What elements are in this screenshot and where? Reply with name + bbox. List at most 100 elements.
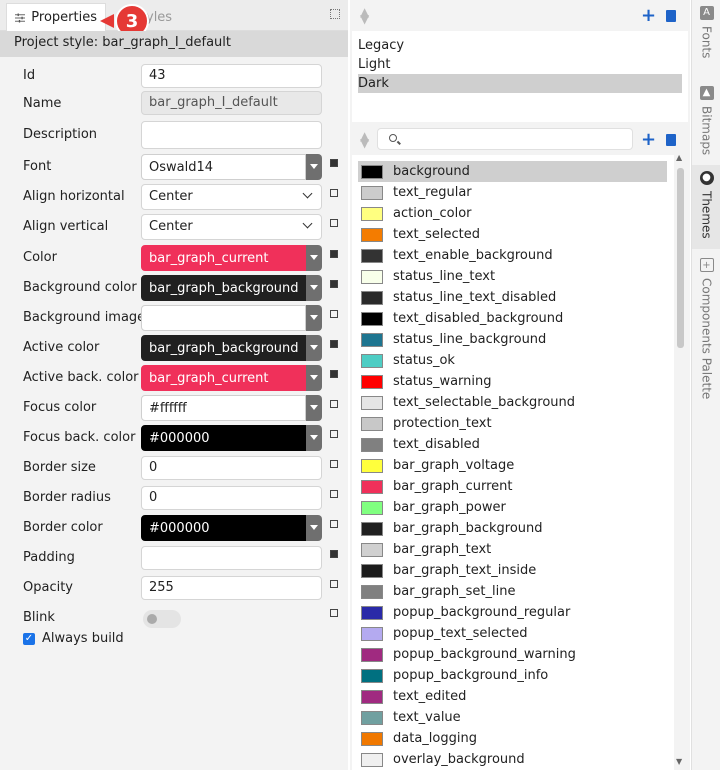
- delete-theme-icon[interactable]: [666, 10, 676, 22]
- border-radius-checkbox[interactable]: [330, 490, 338, 498]
- theme-item-dark[interactable]: Dark: [358, 74, 682, 93]
- background-color-dropdown-button[interactable]: [306, 275, 322, 301]
- maximize-icon[interactable]: [330, 9, 340, 19]
- color-item[interactable]: status_line_text_disabled: [358, 287, 667, 308]
- border-color-checkbox[interactable]: [330, 520, 338, 528]
- background-color-select[interactable]: bar_graph_background: [141, 275, 322, 301]
- align-horizontal-select[interactable]: Center: [141, 184, 322, 210]
- border-size-checkbox[interactable]: [330, 460, 338, 468]
- color-item[interactable]: text_disabled_background: [358, 308, 667, 329]
- padding-label: Padding: [23, 550, 75, 565]
- color-checkbox[interactable]: [330, 250, 338, 258]
- active-back-color-select[interactable]: bar_graph_current: [141, 365, 322, 391]
- always-build-checkbox[interactable]: ✓: [23, 633, 35, 645]
- sort-colors-icon[interactable]: ▲ ▼: [360, 130, 369, 149]
- theme-item-legacy[interactable]: Legacy: [358, 36, 682, 55]
- padding-checkbox[interactable]: [330, 550, 338, 558]
- color-list-scrollbar[interactable]: [674, 160, 686, 770]
- color-select[interactable]: bar_graph_current: [141, 245, 322, 271]
- color-item[interactable]: bar_graph_text_inside: [358, 560, 667, 581]
- color-item[interactable]: status_ok: [358, 350, 667, 371]
- border-color-select[interactable]: #000000: [141, 515, 322, 541]
- color-list: background text_regular action_color text_s…: [352, 155, 674, 770]
- active-back-color-checkbox[interactable]: [330, 370, 338, 378]
- color-item[interactable]: status_line_text: [358, 266, 667, 287]
- opacity-field[interactable]: 255: [141, 576, 322, 600]
- color-item[interactable]: bar_graph_power: [358, 497, 667, 518]
- color-swatch: [361, 227, 383, 242]
- background-color-checkbox[interactable]: [330, 280, 338, 288]
- color-item[interactable]: data_logging: [358, 728, 667, 749]
- color-search-input[interactable]: [377, 128, 633, 150]
- color-item[interactable]: text_selected: [358, 224, 667, 245]
- color-item[interactable]: popup_background_info: [358, 665, 667, 686]
- color-item[interactable]: popup_text_selected: [358, 623, 667, 644]
- color-item[interactable]: protection_text: [358, 413, 667, 434]
- add-color-button[interactable]: +: [641, 129, 656, 150]
- align-vertical-select[interactable]: Center: [141, 214, 322, 240]
- tab-properties[interactable]: Properties: [6, 3, 106, 31]
- color-item[interactable]: bar_graph_current: [358, 476, 667, 497]
- blink-checkbox[interactable]: [330, 609, 338, 617]
- description-field[interactable]: [141, 121, 322, 149]
- focus-color-select[interactable]: #ffffff: [141, 395, 322, 421]
- padding-field[interactable]: [141, 546, 322, 570]
- name-browse-button[interactable]: ...: [149, 114, 173, 115]
- color-item[interactable]: popup_background_regular: [358, 602, 667, 623]
- color-item[interactable]: text_value: [358, 707, 667, 728]
- align-vertical-checkbox[interactable]: [330, 219, 338, 227]
- color-item[interactable]: bar_graph_text: [358, 539, 667, 560]
- active-color-checkbox[interactable]: [330, 340, 338, 348]
- name-field[interactable]: bar_graph_I_default...: [141, 91, 322, 115]
- font-select[interactable]: Oswald14: [141, 154, 322, 180]
- delete-color-icon[interactable]: [666, 134, 676, 146]
- color-item[interactable]: text_edited: [358, 686, 667, 707]
- focus-back-color-dropdown-button[interactable]: [306, 425, 322, 451]
- color-item[interactable]: bar_graph_voltage: [358, 455, 667, 476]
- color-item[interactable]: action_color: [358, 203, 667, 224]
- sidebar-tab-bitmaps[interactable]: ▲ Bitmaps: [692, 80, 720, 162]
- blink-toggle[interactable]: [143, 610, 181, 628]
- background-image-select[interactable]: [141, 305, 322, 331]
- focus-color-dropdown-button[interactable]: [306, 395, 322, 421]
- color-item[interactable]: bar_graph_background: [358, 518, 667, 539]
- color-item[interactable]: text_selectable_background: [358, 392, 667, 413]
- theme-item-light[interactable]: Light: [358, 55, 682, 74]
- active-color-dropdown-button[interactable]: [306, 335, 322, 361]
- color-item[interactable]: status_line_background: [358, 329, 667, 350]
- font-dropdown-button[interactable]: [306, 154, 322, 180]
- background-image-dropdown-button[interactable]: [306, 305, 322, 331]
- font-label: Font: [23, 159, 52, 174]
- active-color-select[interactable]: bar_graph_background: [141, 335, 322, 361]
- add-theme-button[interactable]: +: [641, 5, 656, 26]
- border-size-field[interactable]: 0: [141, 456, 322, 480]
- focus-back-color-checkbox[interactable]: [330, 430, 338, 438]
- color-item[interactable]: text_disabled: [358, 434, 667, 455]
- color-item[interactable]: popup_background_warning: [358, 644, 667, 665]
- font-checkbox[interactable]: [330, 159, 338, 167]
- focus-color-checkbox[interactable]: [330, 400, 338, 408]
- sort-icon[interactable]: ▲ ▼: [360, 6, 369, 25]
- id-field[interactable]: 43: [141, 64, 322, 88]
- active-back-color-dropdown-button[interactable]: [306, 365, 322, 391]
- color-item[interactable]: overlay_background: [358, 749, 667, 770]
- color-item[interactable]: text_enable_background: [358, 245, 667, 266]
- align-horizontal-label: Align horizontal: [23, 189, 125, 204]
- sidebar-tab-components-palette[interactable]: + Components Palette: [692, 252, 720, 407]
- align-horizontal-checkbox[interactable]: [330, 189, 338, 197]
- color-item[interactable]: status_warning: [358, 371, 667, 392]
- border-color-dropdown-button[interactable]: [306, 515, 322, 541]
- color-dropdown-button[interactable]: [306, 245, 322, 271]
- sidebar-tab-themes[interactable]: ● Themes: [692, 165, 720, 249]
- opacity-checkbox[interactable]: [330, 580, 338, 588]
- color-item[interactable]: background: [358, 161, 667, 182]
- sidebar-tab-fonts[interactable]: A Fonts: [692, 0, 720, 80]
- scrollbar-thumb[interactable]: [677, 168, 684, 348]
- scroll-down-icon[interactable]: ▼: [676, 757, 682, 766]
- focus-back-color-select[interactable]: #000000: [141, 425, 322, 451]
- scroll-up-icon[interactable]: ▲: [676, 153, 682, 162]
- border-radius-field[interactable]: 0: [141, 486, 322, 510]
- color-item[interactable]: text_regular: [358, 182, 667, 203]
- color-item[interactable]: bar_graph_set_line: [358, 581, 667, 602]
- background-image-checkbox[interactable]: [330, 310, 338, 318]
